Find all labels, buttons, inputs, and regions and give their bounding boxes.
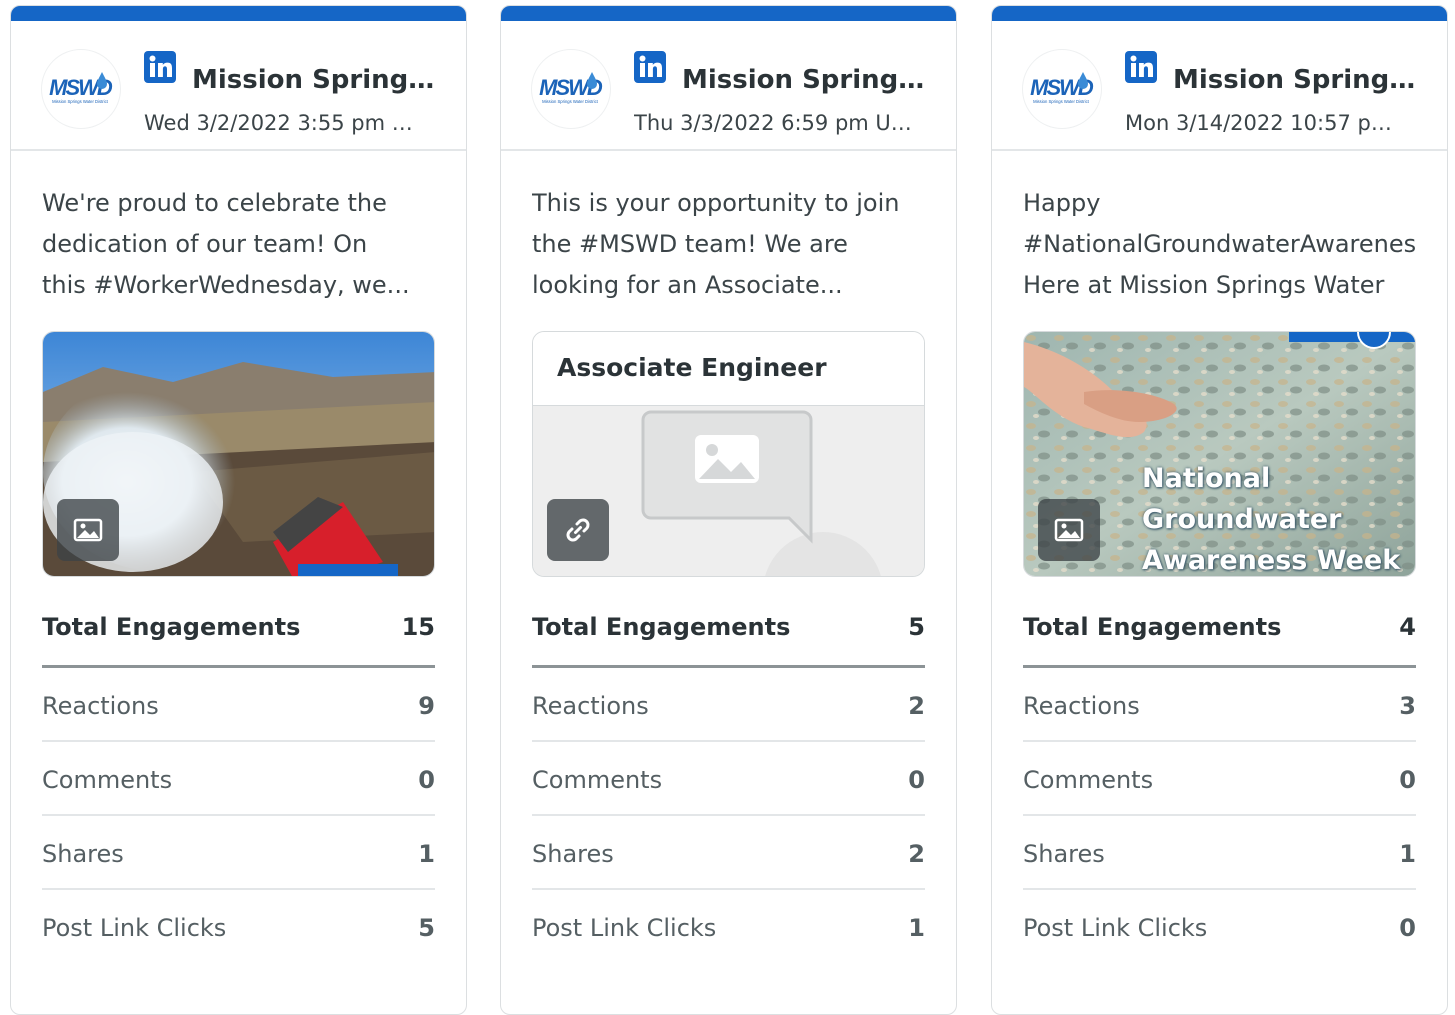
stat-label: Total Engagements (532, 613, 791, 641)
avatar[interactable]: MSWD Mission Springs Water District (1022, 49, 1102, 129)
stat-value: 0 (1399, 766, 1416, 794)
card-header: MSWD Mission Springs Water District Miss… (992, 21, 1447, 151)
linkedin-icon (144, 51, 176, 83)
engagement-stats: Total Engagements 5 Reactions 2 Comments… (532, 591, 925, 964)
photo-caption: National Groundwater Awareness Week (1142, 458, 1401, 576)
stat-label: Total Engagements (42, 613, 301, 641)
post-text-line: this #WorkerWednesday, we... (42, 271, 410, 299)
post-text-line: Here at Mission Springs Water (1023, 271, 1385, 299)
post-photo[interactable]: National Groundwater Awareness Week (1023, 331, 1416, 577)
stat-label: Shares (42, 840, 124, 868)
post-text-line: We're proud to celebrate the (42, 189, 387, 217)
stat-shares: Shares 2 (532, 816, 925, 890)
stat-comments: Comments 0 (532, 742, 925, 816)
card-accent-bar (501, 6, 956, 21)
post-text-line: #NationalGroundwaterAwarenessWeek! (1023, 230, 1415, 258)
post-card-3[interactable]: MSWD Mission Springs Water District Miss… (991, 5, 1448, 1015)
photo-caption-line: National (1142, 463, 1271, 494)
post-date: Wed 3/2/2022 3:55 pm UTC (144, 111, 426, 135)
stat-comments: Comments 0 (1023, 742, 1416, 816)
stat-value: 3 (1399, 692, 1416, 720)
stat-label: Reactions (1023, 692, 1140, 720)
stat-label: Post Link Clicks (532, 914, 717, 942)
post-text-line: the #MSWD team! We are (532, 230, 848, 258)
link-title[interactable]: Associate Engineer (533, 332, 924, 406)
logo-subtext: Mission Springs Water District (542, 99, 599, 104)
stat-value: 4 (1399, 613, 1416, 641)
stat-post-link-clicks: Post Link Clicks 5 (42, 890, 435, 964)
stat-label: Post Link Clicks (1023, 914, 1208, 942)
stat-comments: Comments 0 (42, 742, 435, 816)
stat-reactions: Reactions 3 (1023, 668, 1416, 742)
post-date: Thu 3/3/2022 6:59 pm UTC (634, 111, 916, 135)
post-text-line: dedication of our team! On (42, 230, 368, 258)
stat-value: 1 (418, 840, 435, 868)
post-date: Mon 3/14/2022 10:57 pm UTC (1125, 111, 1407, 135)
card-header: MSWD Mission Springs Water District Miss… (11, 21, 466, 151)
card-accent-bar (11, 6, 466, 21)
account-name[interactable]: Mission Springs Water District (682, 65, 927, 95)
post-text[interactable]: Happy #NationalGroundwaterAwarenessWeek!… (1023, 183, 1415, 313)
post-card-1[interactable]: MSWD Mission Springs Water District Miss… (10, 5, 467, 1015)
stat-value: 0 (1399, 914, 1416, 942)
card-accent-bar (992, 6, 1447, 21)
stat-label: Comments (42, 766, 173, 794)
link-preview[interactable]: Associate Engineer (532, 331, 925, 577)
post-text[interactable]: We're proud to celebrate the dedication … (42, 183, 434, 313)
link-icon (566, 518, 590, 542)
stat-label: Comments (1023, 766, 1154, 794)
image-icon-badge (1038, 499, 1100, 561)
image-icon (1054, 518, 1084, 542)
photo-caption-line: Groundwater (1142, 504, 1342, 535)
stat-value: 2 (908, 840, 925, 868)
avatar[interactable]: MSWD Mission Springs Water District (531, 49, 611, 129)
post-text-line: This is your opportunity to join (532, 189, 900, 217)
engagement-stats: Total Engagements 15 Reactions 9 Comment… (42, 591, 435, 964)
stat-value: 9 (418, 692, 435, 720)
stat-shares: Shares 1 (1023, 816, 1416, 890)
card-header: MSWD Mission Springs Water District Miss… (501, 21, 956, 151)
stat-value: 0 (908, 766, 925, 794)
stat-value: 5 (418, 914, 435, 942)
post-photo[interactable] (42, 331, 435, 577)
stat-label: Reactions (532, 692, 649, 720)
stat-value: 15 (401, 613, 435, 641)
stat-total-engagements: Total Engagements 5 (532, 591, 925, 668)
stat-total-engagements: Total Engagements 15 (42, 591, 435, 668)
stat-value: 2 (908, 692, 925, 720)
stat-value: 1 (908, 914, 925, 942)
stat-post-link-clicks: Post Link Clicks 1 (532, 890, 925, 964)
stat-total-engagements: Total Engagements 4 (1023, 591, 1416, 668)
avatar[interactable]: MSWD Mission Springs Water District (41, 49, 121, 129)
stat-value: 1 (1399, 840, 1416, 868)
account-name[interactable]: Mission Springs Water District (192, 65, 437, 95)
image-icon (73, 518, 103, 542)
stat-label: Post Link Clicks (42, 914, 227, 942)
image-icon-badge (57, 499, 119, 561)
post-text-line: Happy (1023, 189, 1101, 217)
link-icon-badge (547, 499, 609, 561)
stat-value: 5 (908, 613, 925, 641)
logo-subtext: Mission Springs Water District (52, 99, 109, 104)
stat-shares: Shares 1 (42, 816, 435, 890)
stat-label: Shares (1023, 840, 1105, 868)
engagement-stats: Total Engagements 4 Reactions 3 Comments… (1023, 591, 1416, 964)
photo-caption-line: Awareness Week (1142, 545, 1401, 576)
stat-label: Total Engagements (1023, 613, 1282, 641)
linkedin-icon (1125, 51, 1157, 83)
account-name[interactable]: Mission Springs Water District (1173, 65, 1418, 95)
logo-subtext: Mission Springs Water District (1033, 99, 1090, 104)
stat-label: Shares (532, 840, 614, 868)
stat-label: Comments (532, 766, 663, 794)
post-card-2[interactable]: MSWD Mission Springs Water District Miss… (500, 5, 957, 1015)
linkedin-icon (634, 51, 666, 83)
post-text[interactable]: This is your opportunity to join the #MS… (532, 183, 924, 313)
stat-post-link-clicks: Post Link Clicks 0 (1023, 890, 1416, 964)
stat-reactions: Reactions 9 (42, 668, 435, 742)
post-text-line: looking for an Associate... (532, 271, 843, 299)
stat-value: 0 (418, 766, 435, 794)
stat-label: Reactions (42, 692, 159, 720)
stat-reactions: Reactions 2 (532, 668, 925, 742)
